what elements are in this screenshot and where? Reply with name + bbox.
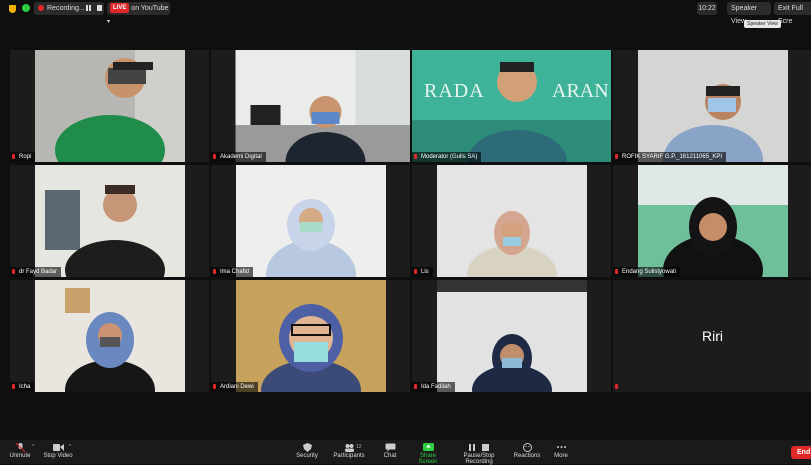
chat-button[interactable]: Chat xyxy=(380,440,400,464)
muted-mic-icon xyxy=(15,443,25,452)
muted-mic-icon xyxy=(615,384,618,389)
participant-name xyxy=(613,382,626,392)
participant-video xyxy=(638,165,788,277)
reactions-button[interactable]: Reactions xyxy=(513,440,541,464)
live-label: on YouTube xyxy=(131,5,169,12)
banner-text: ARAN xyxy=(552,80,609,102)
participant-video xyxy=(35,165,185,277)
participant-video xyxy=(236,280,386,392)
pause-icon[interactable] xyxy=(86,5,91,11)
recording-dot-icon xyxy=(38,5,44,12)
muted-mic-icon xyxy=(414,269,417,274)
pause-stop-recording-button[interactable]: Pause/Stop Recording xyxy=(450,440,508,465)
security-check-icon[interactable] xyxy=(22,4,30,12)
muted-mic-icon xyxy=(213,269,216,274)
live-stream-indicator[interactable]: LIVE on YouTube ▾ xyxy=(107,2,170,25)
video-tile-no-video[interactable]: Riri xyxy=(613,280,811,392)
participants-icon xyxy=(344,444,354,452)
participant-video xyxy=(236,165,386,277)
participant-name: Lis xyxy=(412,267,433,277)
emoji-smile-icon xyxy=(522,443,532,452)
video-camera-icon xyxy=(52,444,64,451)
clock: 10:22 xyxy=(697,2,717,15)
more-button[interactable]: More xyxy=(551,440,571,464)
video-tile[interactable]: Ardiani Dewi xyxy=(211,280,410,392)
participant-video xyxy=(35,280,185,392)
participant-video xyxy=(437,280,587,392)
participant-name: Ardiani Dewi xyxy=(211,382,258,392)
participant-video xyxy=(437,165,587,277)
participant-video xyxy=(35,50,185,162)
video-tile[interactable]: Icha xyxy=(10,280,209,392)
pause-stop-icon xyxy=(469,444,489,451)
video-tile[interactable]: Ropi xyxy=(10,50,209,162)
participant-name: ROFIK SYARIF G.P._161211065_KPI xyxy=(613,152,727,162)
exit-full-screen-button[interactable]: Exit Full Scre xyxy=(774,2,811,25)
shield-icon xyxy=(302,443,312,452)
participant-name: Icha xyxy=(10,382,35,392)
video-tile[interactable]: Endang Sulistyowati xyxy=(613,165,811,277)
muted-mic-icon xyxy=(12,154,15,159)
muted-mic-icon xyxy=(213,384,216,389)
shield-icon[interactable] xyxy=(9,5,16,13)
share-screen-button[interactable]: Share Screen xyxy=(410,440,446,465)
banner-text: RADA xyxy=(424,80,485,102)
video-tile-active-speaker[interactable]: RADA ARAN Moderator (Gulis SA) xyxy=(412,50,611,162)
video-tile[interactable]: Ida Fadilah xyxy=(412,280,611,392)
muted-mic-icon xyxy=(12,269,15,274)
video-tile[interactable]: dr Fayd Badar xyxy=(10,165,209,277)
unmute-button[interactable]: Unmute xyxy=(6,440,34,464)
live-badge: LIVE xyxy=(110,3,130,14)
muted-mic-icon xyxy=(12,384,15,389)
participant-name: Ida Fadilah xyxy=(412,382,455,392)
participant-name: Ima Chafid xyxy=(211,267,254,277)
participant-name: Moderator (Gulis SA) xyxy=(412,152,482,162)
speaker-view-button[interactable]: Speaker View xyxy=(727,2,771,25)
participant-video xyxy=(412,50,611,162)
participant-video xyxy=(235,50,410,162)
participant-name: dr Fayd Badar xyxy=(10,267,62,277)
muted-mic-icon xyxy=(615,269,618,274)
chevron-down-icon: ▾ xyxy=(107,19,111,25)
recording-indicator[interactable]: Recording... xyxy=(34,2,104,15)
meeting-toolbar: Unmute ^ Stop Video ^ Security Participa… xyxy=(0,440,811,465)
chevron-up-icon[interactable]: ^ xyxy=(69,444,71,450)
speaker-view-tooltip: Speaker View xyxy=(744,20,781,28)
muted-mic-icon xyxy=(414,384,417,389)
stop-icon[interactable] xyxy=(97,5,102,11)
video-tile[interactable]: Akademi Digital xyxy=(211,50,410,162)
participant-display-name: Riri xyxy=(702,328,723,344)
participant-name: Endang Sulistyowati xyxy=(613,267,681,277)
chat-icon xyxy=(385,443,395,452)
top-bar: Recording... LIVE on YouTube ▾ 10:22 Spe… xyxy=(0,0,811,28)
video-tile[interactable]: Lis xyxy=(412,165,611,277)
share-screen-icon xyxy=(422,443,434,451)
video-tile[interactable]: ROFIK SYARIF G.P._161211065_KPI xyxy=(613,50,811,162)
participant-name: Ropi xyxy=(10,152,36,162)
end-meeting-button[interactable]: End xyxy=(791,446,811,459)
participant-name: Akademi Digital xyxy=(211,152,266,162)
security-button[interactable]: Security xyxy=(294,440,320,464)
muted-mic-icon xyxy=(213,154,216,159)
video-tile[interactable]: Ima Chafid xyxy=(211,165,410,277)
chevron-up-icon[interactable]: ^ xyxy=(32,444,34,450)
muted-mic-icon xyxy=(615,154,618,159)
participant-video xyxy=(638,50,788,162)
participants-count: 12 xyxy=(356,444,362,450)
more-dots-icon xyxy=(556,446,566,448)
muted-mic-icon xyxy=(414,154,417,159)
